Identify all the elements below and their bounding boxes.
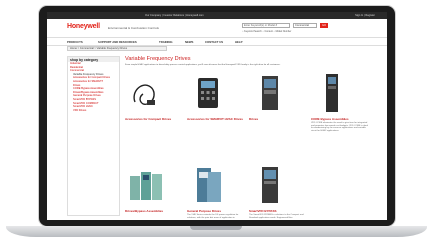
product-card[interactable]: SmartVFD BYPASS The SmartVFD BYPASS a so… <box>249 164 307 219</box>
search-scope-select[interactable]: Commercial <box>293 23 317 28</box>
keypad-image[interactable] <box>189 72 227 116</box>
radio-keyword-label[interactable]: Keyword Search <box>244 30 262 33</box>
category-sidebar: shop by category Industrial Residential Co… <box>67 56 120 216</box>
product-name[interactable]: Accessories for SMARVIT HVAC Drives <box>187 117 245 122</box>
search-go-button[interactable]: GO <box>320 23 328 28</box>
drive-unit-image[interactable] <box>251 72 289 116</box>
radio-model-label[interactable]: Model Number <box>276 30 292 33</box>
product-card[interactable]: Accessories for Compact Drives <box>125 72 183 122</box>
nav-help[interactable]: HELP <box>235 40 242 44</box>
product-name[interactable]: Accessories for Compact Drives <box>125 117 183 122</box>
product-card[interactable]: CORE Bypass Assemblies VFD CORE eliminat… <box>311 72 369 133</box>
search-input[interactable]: Enter Keyword(s) or Model # <box>242 23 290 28</box>
product-card[interactable]: Drives/Bypass Assemblies <box>125 164 183 214</box>
nav-news[interactable]: NEWS <box>185 40 193 44</box>
cable-accessory-image[interactable] <box>127 72 165 116</box>
sidebar-item[interactable]: VFD Drives <box>68 109 119 113</box>
page-title: Variable Frequency Drives <box>125 56 191 62</box>
intro-text: From simple HVAC applications to diesel-… <box>125 64 281 66</box>
account-links[interactable]: Sign In | Register <box>355 14 375 17</box>
product-description: The VHD Series extends the DS power regu… <box>187 213 239 219</box>
browser-screen: Our Company | Investor Relations | Honey… <box>47 12 387 220</box>
smartvfd-bypass-image[interactable] <box>251 164 289 208</box>
top-utility-bar: Our Company | Investor Relations | Honey… <box>47 12 387 19</box>
nav-products[interactable]: PRODUCTS <box>67 40 83 44</box>
product-description: The SmartVFD BYPASS a solutions to the C… <box>249 213 304 219</box>
nav-support[interactable]: SUPPORT AND RESOURCES <box>98 40 137 44</box>
product-name[interactable]: Drives <box>249 117 307 122</box>
core-bypass-image[interactable] <box>313 72 351 116</box>
site-header: Honeywell Environmental & Combustion Con… <box>47 19 387 37</box>
product-card[interactable]: General Purpose Drives The VHD Series ex… <box>187 164 245 219</box>
honeywell-logo[interactable]: Honeywell <box>67 23 100 30</box>
tagline: Environmental & Combustion Controls <box>108 26 159 30</box>
nav-contact[interactable]: CONTACT US <box>205 40 223 44</box>
laptop-notch <box>190 226 242 230</box>
product-card[interactable]: Drives <box>249 72 307 122</box>
product-name[interactable]: Drives/Bypass Assemblies <box>125 209 183 214</box>
general-purpose-drive-image[interactable] <box>189 164 227 208</box>
radio-content-label[interactable]: Content <box>264 30 272 33</box>
main-nav: PRODUCTS SUPPORT AND RESOURCES TRAINING … <box>47 37 387 46</box>
breadcrumb[interactable]: Home > Commercial > Variable Frequency D… <box>67 46 167 51</box>
product-card[interactable]: Accessories for SMARVIT HVAC Drives <box>187 72 245 122</box>
search-type-radios[interactable]: ○ Keyword Search ○ Content ○ Model Numbe… <box>242 30 291 33</box>
drive-bypass-image[interactable] <box>127 164 165 208</box>
nav-training[interactable]: TRAINING <box>159 40 173 44</box>
corporate-links[interactable]: Our Company | Investor Relations | Honey… <box>145 14 204 17</box>
product-description: VFD CORE eliminates the need to give tim… <box>311 121 368 133</box>
